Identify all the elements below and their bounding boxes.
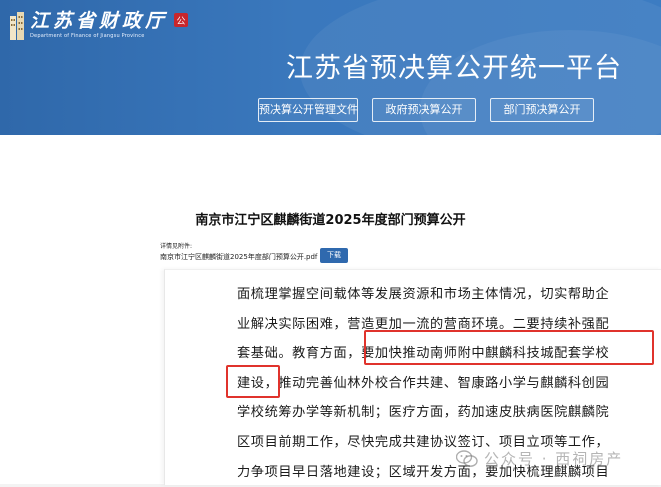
seal-icon: 公 bbox=[174, 13, 189, 27]
highlight-box bbox=[364, 330, 654, 365]
pdf-line: 学校统筹办学等新机制；医疗方面，药加速皮肤病医院麒麟院 bbox=[237, 405, 610, 421]
document-title: 南京市江宁区麒麟街道2025年度部门预算公开 bbox=[195, 213, 466, 228]
download-button[interactable]: 下载 bbox=[320, 248, 348, 263]
pdf-line: 建设，推动完善仙林外校合作共建、智康路小学与麒麟科创园 bbox=[237, 375, 610, 391]
building-icon bbox=[10, 12, 24, 40]
watermark: 公众号 · 西祠房产 bbox=[456, 448, 623, 469]
nav-department-budget[interactable]: 部门预决算公开 bbox=[490, 98, 594, 122]
header-banner: 江苏省财政厅 Department of Finance of Jiangsu … bbox=[0, 0, 661, 135]
logo-title: 江苏省财政厅 bbox=[30, 9, 169, 32]
main-nav: 预决算公开管理文件 政府预决算公开 部门预决算公开 bbox=[258, 98, 594, 122]
wechat-icon bbox=[456, 449, 478, 467]
site-logo[interactable]: 江苏省财政厅 Department of Finance of Jiangsu … bbox=[8, 8, 189, 42]
logo-subtitle: Department of Finance of Jiangsu Provinc… bbox=[30, 32, 145, 39]
attachment-file-link[interactable]: 南京市江宁区麒麟街道2025年度部门预算公开.pdf bbox=[160, 252, 317, 262]
pdf-line: 面梳理掌握空间载体等发展资源和市场主体情况，切实帮助企 bbox=[237, 287, 610, 302]
platform-title: 江苏省预决算公开统一平台 bbox=[286, 53, 622, 84]
attachment-label: 详情见附件: bbox=[160, 243, 193, 250]
nav-management-files[interactable]: 预决算公开管理文件 bbox=[258, 98, 358, 122]
nav-government-budget[interactable]: 政府预决算公开 bbox=[372, 98, 476, 122]
highlight-box-2 bbox=[226, 365, 280, 398]
watermark-text: 公众号 · 西祠房产 bbox=[484, 450, 624, 468]
content-area: 南京市江宁区麒麟街道2025年度部门预算公开 详情见附件: 南京市江宁区麒麟街道… bbox=[0, 135, 661, 485]
